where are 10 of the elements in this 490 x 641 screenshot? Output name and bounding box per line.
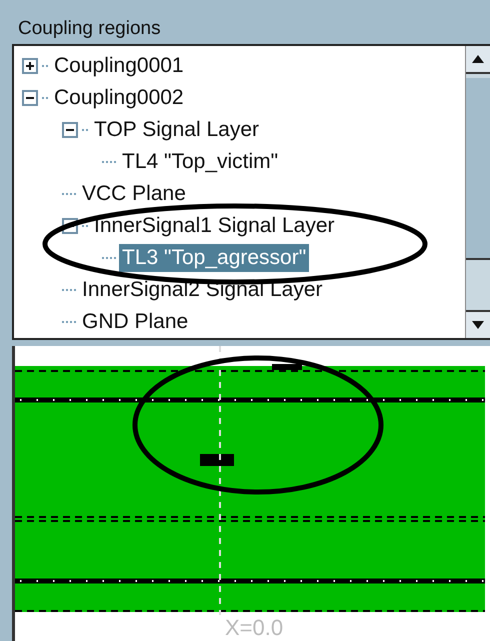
tree-item[interactable]: GND Plane xyxy=(79,308,192,336)
cursor-position: X=0.0 xyxy=(225,615,284,641)
tree-item[interactable]: TOP Signal Layer xyxy=(91,116,262,144)
tree-item[interactable]: InnerSignal1 Signal Layer xyxy=(91,212,338,240)
tree-item[interactable]: TL4 "Top_victim" xyxy=(119,148,282,176)
tree-item[interactable]: TL3 "Top_agressor" xyxy=(119,244,310,272)
panel-title: Coupling regions xyxy=(17,17,162,41)
tree-item[interactable]: Coupling0001 xyxy=(51,52,187,80)
tree-item[interactable]: VCC Plane xyxy=(79,180,189,208)
tree-item[interactable]: Coupling0002 xyxy=(51,84,187,112)
